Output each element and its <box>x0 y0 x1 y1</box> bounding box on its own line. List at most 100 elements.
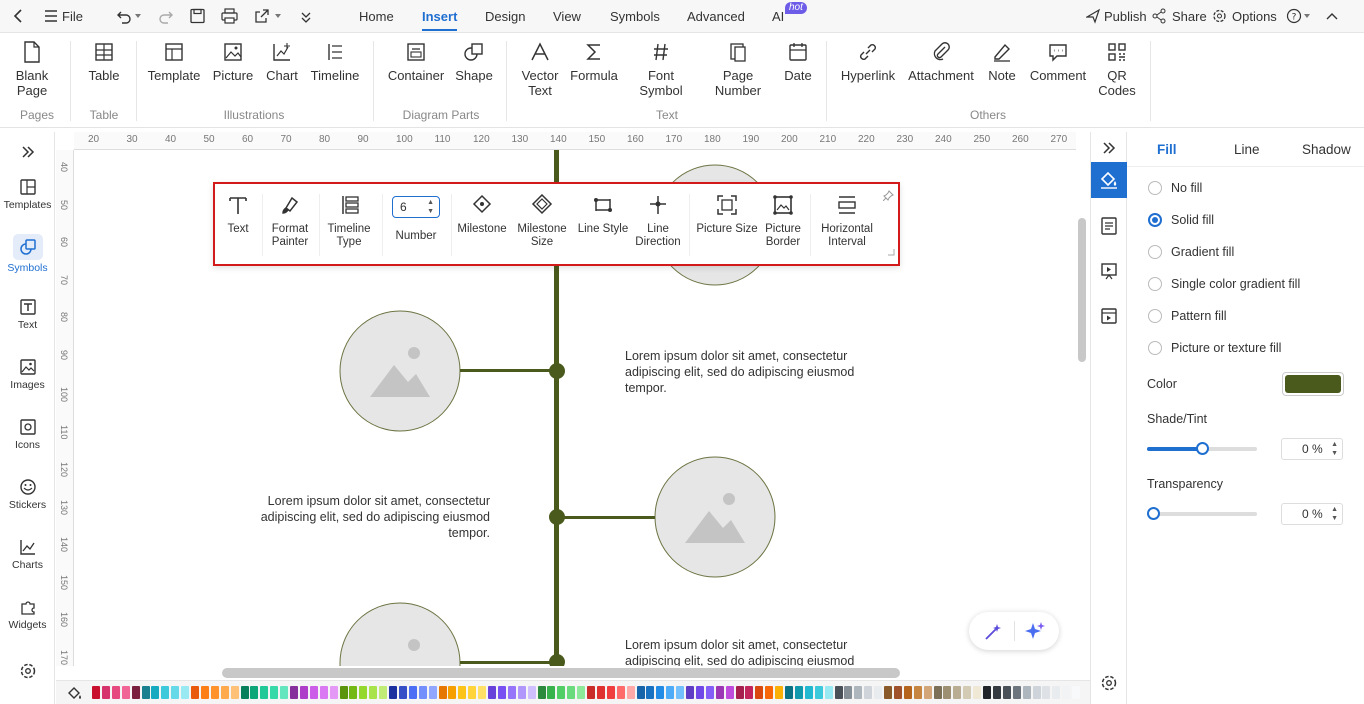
color-swatch[interactable] <box>765 686 774 699</box>
note-button[interactable]: Note <box>984 41 1020 83</box>
color-swatch[interactable] <box>478 686 487 699</box>
stepper-arrows-icon[interactable]: ▲ ▼ <box>1331 440 1338 458</box>
tab-view[interactable]: View <box>553 0 581 33</box>
color-swatch[interactable] <box>240 686 249 699</box>
color-swatch[interactable] <box>299 686 308 699</box>
milestone-size-button[interactable]: Milestone Size <box>515 194 569 249</box>
color-swatch[interactable] <box>785 686 793 699</box>
color-swatch[interactable] <box>983 686 991 699</box>
share-button[interactable]: Share <box>1172 0 1207 33</box>
color-swatch[interactable] <box>270 686 279 699</box>
table-button[interactable]: Table <box>82 41 126 83</box>
shade-tint-slider[interactable] <box>1147 442 1257 455</box>
color-swatch[interactable] <box>517 686 526 699</box>
color-swatch[interactable] <box>507 686 516 699</box>
radio-picture-texture-fill[interactable] <box>1148 341 1162 355</box>
color-swatch[interactable] <box>834 686 843 699</box>
color-swatch[interactable] <box>418 686 427 699</box>
color-swatch[interactable] <box>280 686 289 699</box>
tab-shadow[interactable]: Shadow <box>1302 142 1351 157</box>
color-swatch[interactable] <box>1052 686 1061 699</box>
color-swatch[interactable] <box>290 686 298 699</box>
radio-gradient-fill[interactable] <box>1148 245 1162 259</box>
stepper-arrows-icon[interactable]: ▲ ▼ <box>427 198 434 216</box>
gear-icon[interactable] <box>1100 674 1118 692</box>
tab-fill[interactable]: Fill <box>1157 142 1177 157</box>
color-swatch[interactable] <box>101 686 110 699</box>
color-swatch[interactable] <box>725 686 734 699</box>
help-icon[interactable]: ? <box>1286 8 1302 24</box>
color-swatch[interactable] <box>1002 686 1011 699</box>
tab-home[interactable]: Home <box>359 0 394 33</box>
color-swatch[interactable] <box>131 686 140 699</box>
radio-single-color-gradient-fill[interactable] <box>1148 277 1162 291</box>
color-swatch[interactable] <box>339 686 348 699</box>
paint-bucket-icon[interactable] <box>66 685 84 701</box>
color-swatch[interactable] <box>992 686 1001 699</box>
color-swatch[interactable] <box>953 686 962 699</box>
color-swatch[interactable] <box>359 686 368 699</box>
template-button[interactable]: Template <box>146 41 202 83</box>
tab-insert[interactable]: Insert <box>422 0 458 33</box>
color-swatch[interactable] <box>963 686 972 699</box>
tab-line[interactable]: Line <box>1234 142 1260 157</box>
color-swatch[interactable] <box>1062 686 1071 699</box>
color-swatch[interactable] <box>230 686 239 699</box>
color-swatch[interactable] <box>210 686 219 699</box>
vector-text-button[interactable]: Vector Text <box>518 41 562 98</box>
color-swatch[interactable] <box>141 686 150 699</box>
color-swatch[interactable] <box>121 686 130 699</box>
color-swatch[interactable] <box>1072 686 1081 699</box>
color-swatch[interactable] <box>824 686 833 699</box>
color-swatch[interactable] <box>260 686 269 699</box>
timeline-milestone[interactable] <box>549 509 565 525</box>
qr-codes-button[interactable]: QR Codes <box>1096 41 1138 98</box>
page-properties-icon[interactable] <box>1100 217 1118 235</box>
color-swatch[interactable] <box>775 686 784 699</box>
timeline-type-button[interactable]: Timeline Type <box>323 194 375 249</box>
font-symbol-button[interactable]: Font Symbol <box>634 41 688 98</box>
slider-knob[interactable] <box>1147 507 1160 520</box>
color-swatch[interactable] <box>408 686 417 699</box>
radio-no-fill[interactable] <box>1148 181 1162 195</box>
slideshow-icon[interactable] <box>1100 307 1118 325</box>
page-number-button[interactable]: Page Number <box>710 41 766 98</box>
more-chevron-icon[interactable] <box>300 8 312 24</box>
color-swatch[interactable] <box>497 686 506 699</box>
color-swatch[interactable] <box>913 686 922 699</box>
number-stepper[interactable]: 6 ▲ ▼ <box>392 196 440 218</box>
radio-pattern-fill[interactable] <box>1148 309 1162 323</box>
color-swatch[interactable] <box>468 686 477 699</box>
tab-ai[interactable]: AI <box>772 0 784 33</box>
color-swatch[interactable] <box>715 686 724 699</box>
color-swatch[interactable] <box>854 686 863 699</box>
presentation-icon[interactable] <box>1100 262 1118 280</box>
collapse-ribbon-icon[interactable] <box>1326 8 1338 24</box>
color-swatch[interactable] <box>804 686 813 699</box>
color-swatch[interactable] <box>329 686 338 699</box>
sidebar-item-text[interactable]: Text <box>0 298 55 331</box>
ai-sparkle-icon[interactable] <box>1024 621 1046 643</box>
color-swatch[interactable] <box>319 686 328 699</box>
color-swatch[interactable] <box>557 686 566 699</box>
vertical-scrollbar[interactable] <box>1078 218 1086 362</box>
menu-icon[interactable] <box>44 8 58 24</box>
color-swatch[interactable] <box>794 686 803 699</box>
redo-icon[interactable] <box>158 8 174 24</box>
fill-panel-button[interactable] <box>1091 162 1127 198</box>
color-swatch[interactable] <box>1022 686 1031 699</box>
color-swatch[interactable] <box>369 686 378 699</box>
color-swatch[interactable] <box>844 686 853 699</box>
color-swatch[interactable] <box>973 686 982 699</box>
color-swatch[interactable] <box>903 686 912 699</box>
color-swatch[interactable] <box>814 686 823 699</box>
picture-button[interactable]: Picture <box>210 41 256 83</box>
undo-icon[interactable] <box>116 8 132 24</box>
color-swatch[interactable] <box>200 686 209 699</box>
sidebar-item-templates[interactable]: Templates <box>0 178 55 211</box>
color-swatch[interactable] <box>537 686 546 699</box>
color-swatch[interactable] <box>428 686 437 699</box>
color-swatch[interactable] <box>577 686 586 699</box>
color-swatch[interactable] <box>379 686 388 699</box>
color-swatch[interactable] <box>755 686 764 699</box>
